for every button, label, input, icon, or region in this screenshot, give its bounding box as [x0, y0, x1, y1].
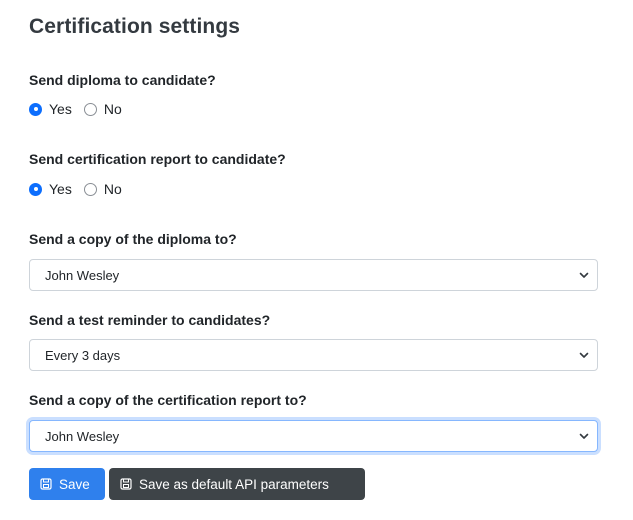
diploma-yes-label: Yes	[49, 101, 72, 117]
report-no-label: No	[103, 181, 122, 197]
chevron-down-icon	[579, 352, 589, 358]
diploma-no-radio[interactable]	[83, 102, 97, 116]
diploma-no-option[interactable]: No	[83, 101, 122, 117]
floppy-disk-icon	[40, 478, 52, 490]
save-button[interactable]: Save	[29, 468, 105, 500]
diploma-no-label: No	[103, 101, 122, 117]
report-no-option[interactable]: No	[83, 181, 122, 197]
report-label: Send certification report to candidate?	[29, 151, 286, 167]
report-radio-group: Yes No	[29, 181, 134, 197]
save-button-label: Save	[59, 476, 90, 492]
floppy-disk-icon	[120, 478, 132, 490]
diploma-copy-select[interactable]: John Wesley	[29, 259, 598, 291]
report-yes-option[interactable]: Yes	[29, 181, 72, 197]
report-yes-radio[interactable]	[29, 182, 42, 196]
save-default-button-label: Save as default API parameters	[139, 476, 329, 492]
report-copy-value: John Wesley	[45, 428, 120, 444]
report-copy-select[interactable]: John Wesley	[29, 420, 598, 452]
page-title: Certification settings	[29, 15, 241, 38]
save-default-button[interactable]: Save as default API parameters	[109, 468, 365, 500]
reminder-label: Send a test reminder to candidates?	[29, 312, 271, 328]
reminder-value: Every 3 days	[45, 347, 121, 363]
chevron-down-icon	[579, 433, 589, 439]
report-copy-label: Send a copy of the certification report …	[29, 392, 307, 408]
diploma-copy-value: John Wesley	[45, 267, 120, 283]
chevron-down-icon	[579, 272, 589, 278]
diploma-label: Send diploma to candidate?	[29, 72, 216, 88]
diploma-radio-group: Yes No	[29, 101, 134, 117]
diploma-copy-label: Send a copy of the diploma to?	[29, 231, 237, 247]
diploma-yes-option[interactable]: Yes	[29, 101, 72, 117]
reminder-select[interactable]: Every 3 days	[29, 339, 598, 371]
diploma-yes-radio[interactable]	[29, 102, 42, 116]
report-no-radio[interactable]	[83, 182, 97, 196]
report-yes-label: Yes	[49, 181, 72, 197]
